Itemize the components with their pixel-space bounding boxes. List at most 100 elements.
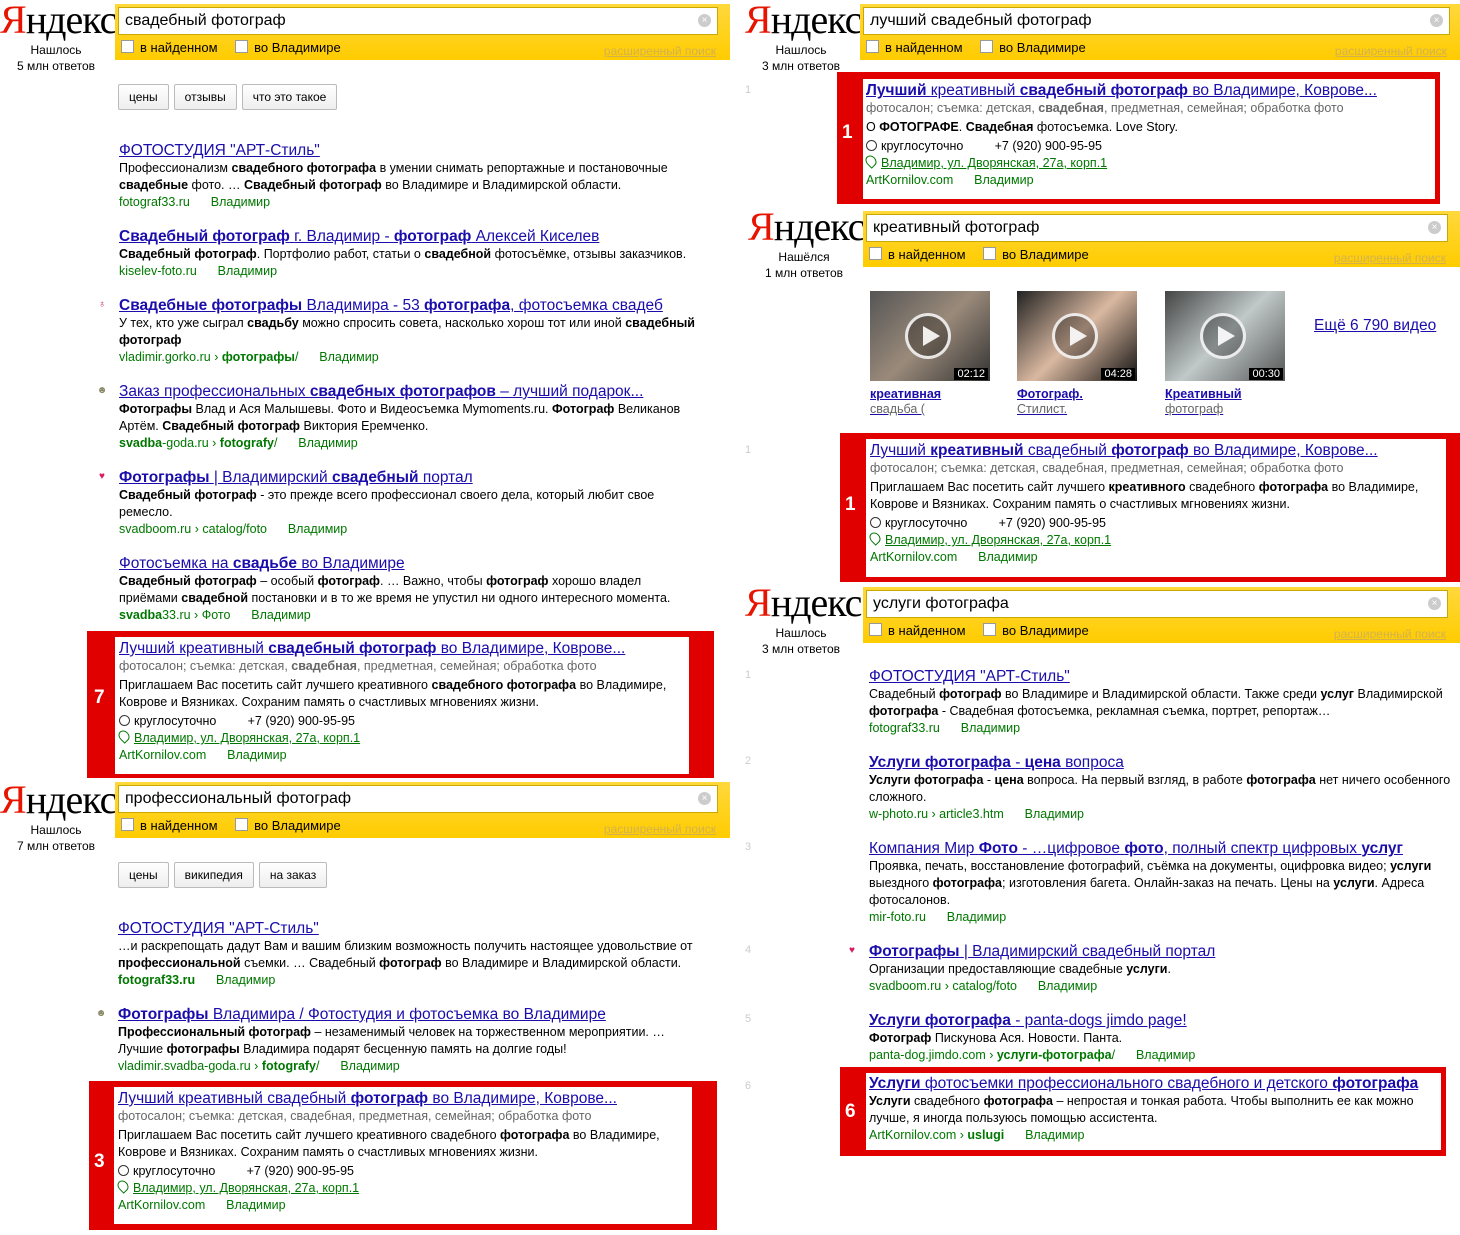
result-title-link[interactable]: Заказ профессиональных свадебных фотогра…	[119, 382, 724, 401]
result-title-link[interactable]: Лучший креативный свадебный фотограф во …	[118, 1089, 692, 1108]
result-url[interactable]: ArtKornilov.com › uslugi Владимир	[869, 1127, 1441, 1144]
result-title-link[interactable]: Свадебные фотографы Владимира - 53 фотог…	[119, 296, 724, 315]
result-title-link[interactable]: Лучший креативный свадебный фотограф во …	[870, 441, 1446, 460]
checkbox[interactable]	[866, 40, 879, 53]
result-title-link[interactable]: Фотосъемка на свадьбе во Владимире	[119, 554, 724, 573]
yandex-logo[interactable]: Яндекс Нашлось 3 млн ответов	[745, 0, 862, 74]
video-caption-link[interactable]: Фотограф. Стилист.	[1017, 387, 1137, 417]
search-input[interactable]	[864, 8, 1403, 34]
video-thumbnail[interactable]: 02:12	[870, 291, 990, 381]
result-title-link[interactable]: Компания Мир Фото - …цифровое фото, полн…	[869, 839, 1460, 858]
yandex-logo[interactable]: Яндекс Нашлось 3 млн ответов	[745, 583, 862, 657]
result-url[interactable]: svadba-goda.ru › fotografy/ Владимир	[119, 435, 724, 452]
option-in-city[interactable]: во Владимире	[980, 40, 1086, 55]
result-title-link[interactable]: Фотографы Владимира / Фотостудия и фотос…	[118, 1005, 723, 1024]
option-in-found[interactable]: в найденном	[869, 623, 966, 638]
yandex-logo[interactable]: Яндекс Нашёлся 1 млн ответов	[748, 207, 865, 281]
result-title-link[interactable]: Фотографы | Владимирский свадебный порта…	[119, 468, 724, 487]
result-url[interactable]: ArtKornilov.com Владимир	[119, 747, 689, 764]
checkbox[interactable]	[121, 40, 134, 53]
checkbox[interactable]	[235, 40, 249, 53]
search-input-box[interactable]: ×	[863, 7, 1450, 35]
checkbox[interactable]	[235, 818, 249, 831]
result-url[interactable]: w-photo.ru › article3.htm Владимир	[869, 806, 1460, 823]
clear-icon[interactable]: ×	[1428, 221, 1441, 234]
result-url[interactable]: ArtKornilov.com Владимир	[118, 1197, 692, 1214]
yandex-logo[interactable]: Яндекс Нашлось 7 млн ответов	[0, 780, 117, 854]
search-input[interactable]	[867, 591, 1401, 617]
option-in-city[interactable]: во Владимире	[983, 247, 1089, 262]
result-title-link[interactable]: Услуги фотографа - panta-dogs jimdo page…	[869, 1011, 1460, 1030]
advanced-search-link[interactable]: расширенный поиск	[604, 822, 716, 836]
advanced-search-link[interactable]: расширенный поиск	[1334, 627, 1446, 641]
serp-panel-creative-photographer: Яндекс Нашёлся1 млн ответов × в найденно…	[745, 207, 1460, 582]
address-link[interactable]: Владимир, ул. Дворянская, 27а, корп.1	[881, 156, 1107, 170]
clear-icon[interactable]: ×	[698, 792, 711, 805]
more-videos-link[interactable]: Ещё 6 790 видео	[1314, 317, 1436, 335]
option-in-city[interactable]: во Владимире	[235, 40, 341, 55]
result-title-link[interactable]: ФОТОСТУДИЯ "АРТ-Стиль"	[869, 667, 1460, 686]
chip-prices[interactable]: цены	[118, 862, 169, 888]
result-title-link[interactable]: Свадебный фотограф г. Владимир - фотогра…	[119, 227, 724, 246]
advanced-search-link[interactable]: расширенный поиск	[1335, 44, 1447, 58]
clear-icon[interactable]: ×	[1430, 14, 1443, 27]
result-title-link[interactable]: ФОТОСТУДИЯ "АРТ-Стиль"	[118, 919, 723, 938]
video-caption-link[interactable]: Креативный фотограф	[1165, 387, 1285, 417]
result-url[interactable]: svadboom.ru › catalog/foto Владимир	[119, 521, 724, 538]
rank-number: 3	[94, 1151, 105, 1172]
result-url[interactable]: fotograf33.ru Владимир	[118, 972, 723, 989]
result-url[interactable]: panta-dog.jimdo.com › услуги-фотографа/ …	[869, 1047, 1460, 1064]
option-in-city[interactable]: во Владимире	[983, 623, 1089, 638]
address-link[interactable]: Владимир, ул. Дворянская, 27а, корп.1	[885, 533, 1111, 547]
video-thumbnail[interactable]: 00:30	[1165, 291, 1285, 381]
option-in-city[interactable]: во Владимире	[235, 818, 341, 833]
checkbox[interactable]	[121, 818, 134, 831]
chip-prices[interactable]: цены	[118, 84, 169, 110]
checkbox[interactable]	[983, 623, 997, 636]
result-url[interactable]: vladimir.svadba-goda.ru › fotografy/ Вла…	[118, 1058, 723, 1075]
result-url[interactable]: kiselev-foto.ru Владимир	[119, 263, 724, 280]
result-title-link[interactable]: Услуги фотосъемки профессионального свад…	[869, 1074, 1441, 1093]
chip-reviews[interactable]: отзывы	[173, 84, 237, 110]
address-link[interactable]: Владимир, ул. Дворянская, 27а, корп.1	[134, 731, 360, 745]
checkbox[interactable]	[869, 623, 882, 636]
advanced-search-link[interactable]: расширенный поиск	[1334, 251, 1446, 265]
search-input-box[interactable]: ×	[118, 785, 718, 813]
advanced-search-link[interactable]: расширенный поиск	[604, 44, 716, 58]
chip-wikipedia[interactable]: википедия	[173, 862, 254, 888]
search-input[interactable]	[119, 8, 670, 34]
result-url[interactable]: svadboom.ru › catalog/foto Владимир	[869, 978, 1460, 995]
chip-what-is[interactable]: что это такое	[241, 84, 338, 110]
video-caption-link[interactable]: креативная свадьба (	[870, 387, 990, 417]
address-link[interactable]: Владимир, ул. Дворянская, 27а, корп.1	[133, 1181, 359, 1195]
result-url[interactable]: ArtKornilov.com Владимир	[870, 549, 1446, 566]
search-input-box[interactable]: ×	[866, 214, 1448, 242]
result-title-link[interactable]: Лучший креативный свадебный фотограф во …	[119, 639, 689, 658]
search-input[interactable]	[867, 215, 1401, 241]
result-url[interactable]: fotograf33.ru Владимир	[869, 720, 1460, 737]
result-title-link[interactable]: ФОТОСТУДИЯ "АРТ-Стиль"	[119, 141, 724, 160]
option-in-found[interactable]: в найденном	[121, 818, 218, 833]
option-in-found[interactable]: в найденном	[866, 40, 963, 55]
checkbox[interactable]	[983, 247, 997, 260]
chip-to-order[interactable]: на заказ	[258, 862, 328, 888]
result-title-link[interactable]: Услуги фотографа - цена вопроса	[869, 753, 1460, 772]
result-url[interactable]: vladimir.gorko.ru › фотографы/ Владимир	[119, 349, 724, 366]
clear-icon[interactable]: ×	[1428, 597, 1441, 610]
option-in-found[interactable]: в найденном	[121, 40, 218, 55]
result-url[interactable]: fotograf33.ru Владимир	[119, 194, 724, 211]
video-thumbnail[interactable]: 04:28	[1017, 291, 1137, 381]
result-title-link[interactable]: Лучший креативный свадебный фотограф во …	[866, 81, 1434, 100]
clear-icon[interactable]: ×	[698, 14, 711, 27]
yandex-logo[interactable]: Яндекс Нашлось 5 млн ответов	[0, 0, 117, 74]
checkbox[interactable]	[869, 247, 882, 260]
search-input-box[interactable]: ×	[866, 590, 1448, 618]
result-url[interactable]: ArtKornilov.com Владимир	[866, 172, 1434, 189]
search-input-box[interactable]: ×	[118, 7, 718, 35]
option-in-found[interactable]: в найденном	[869, 247, 966, 262]
result-url[interactable]: mir-foto.ru Владимир	[869, 909, 1460, 926]
search-input[interactable]	[119, 786, 670, 812]
result-url[interactable]: svadba33.ru › Фото Владимир	[119, 607, 724, 624]
checkbox[interactable]	[980, 40, 994, 53]
result-title-link[interactable]: Фотографы | Владимирский свадебный порта…	[869, 942, 1460, 961]
